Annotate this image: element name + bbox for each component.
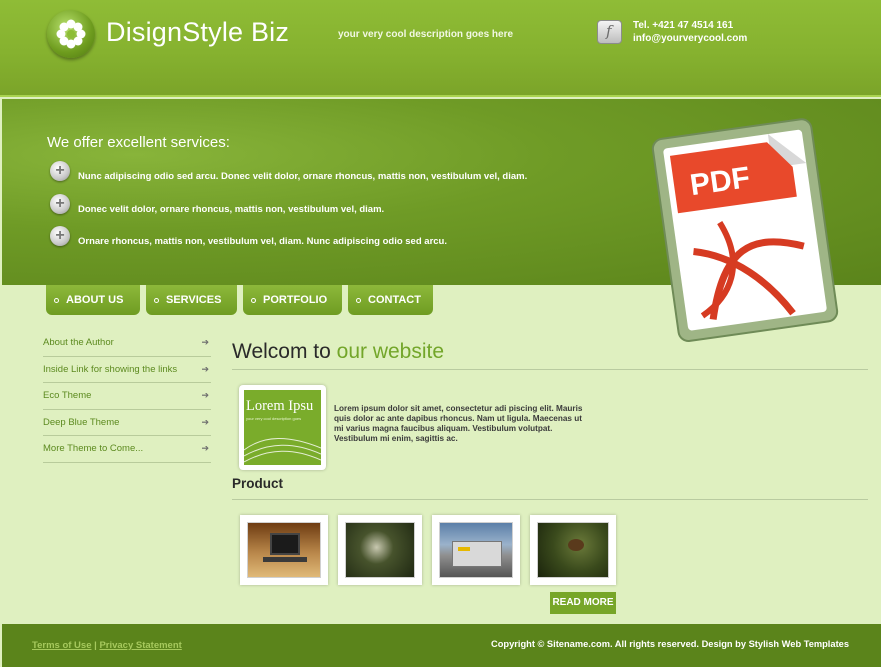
sidebar-item-deep-blue-theme[interactable]: Deep Blue Theme ➔ — [43, 410, 211, 436]
bullet-icon — [251, 297, 256, 303]
nav-label: ABOUT US — [66, 294, 124, 306]
site-header: DisignStyle Biz your very cool descripti… — [0, 0, 881, 97]
service-text: Donec velit dolor, ornare rhoncus, matti… — [78, 204, 385, 215]
terms-link[interactable]: Terms of Use — [32, 640, 91, 651]
nav-about-us[interactable]: ABOUT US — [46, 285, 140, 315]
product-image — [247, 522, 321, 578]
arrow-right-icon: ➔ — [201, 416, 209, 427]
service-item: + Nunc adipiscing odio sed arcu. Donec v… — [50, 159, 527, 182]
sidebar-item-about-author[interactable]: About the Author ➔ — [43, 330, 211, 357]
service-text: Nunc adipiscing odio sed arcu. Donec vel… — [78, 171, 528, 182]
thumbnail-image: Lorem Ipsu your very cool description go… — [244, 390, 321, 465]
plus-icon: + — [50, 160, 70, 181]
footer-separator: | — [94, 640, 97, 651]
sidebar-item-label: Inside Link for showing the links — [43, 363, 178, 375]
divider — [232, 369, 868, 370]
site-footer: Terms of Use | Privacy Statement Copyrig… — [2, 624, 881, 667]
intro-text: Lorem ipsum dolor sit amet, consectetur … — [334, 404, 583, 443]
phone-icon: f — [597, 20, 622, 44]
sidebar-item-more-themes[interactable]: More Theme to Come... ➔ — [43, 436, 211, 463]
arrow-right-icon: ➔ — [201, 390, 209, 401]
flower-logo-icon[interactable] — [47, 10, 95, 58]
arrow-right-icon: ➔ — [201, 337, 209, 348]
sidebar-item-label: Deep Blue Theme — [43, 416, 120, 428]
pdf-document-icon: PDF — [647, 113, 845, 347]
arrow-right-icon: ➔ — [201, 363, 209, 374]
arrow-right-icon: ➔ — [201, 443, 209, 454]
plus-icon: + — [50, 193, 70, 214]
nav-contact[interactable]: CONTACT — [348, 285, 433, 315]
sidebar-item-label: About the Author — [43, 337, 114, 349]
product-thumb-laptop[interactable] — [240, 515, 328, 585]
product-thumb-insect[interactable] — [530, 515, 616, 585]
bullet-icon — [54, 297, 59, 303]
footer-links: Terms of Use | Privacy Statement — [32, 640, 182, 651]
email-address[interactable]: info@yourverycool.com — [633, 32, 747, 45]
sidebar-item-label: More Theme to Come... — [43, 443, 144, 455]
product-image — [439, 522, 513, 578]
nav-label: PORTFOLIO — [263, 294, 328, 306]
privacy-link[interactable]: Privacy Statement — [99, 640, 181, 651]
sidebar-item-inside-link[interactable]: Inside Link for showing the links ➔ — [43, 357, 211, 383]
intro-thumbnail[interactable]: Lorem Ipsu your very cool description go… — [239, 385, 326, 470]
sidebar-item-label: Eco Theme — [43, 390, 92, 402]
banner-title: We offer excellent services: — [47, 134, 230, 151]
service-item: + Ornare rhoncus, mattis non, vestibulum… — [50, 224, 447, 247]
nav-portfolio[interactable]: PORTFOLIO — [243, 285, 342, 315]
contact-info: Tel. +421 47 4514 161 info@yourverycool.… — [633, 19, 747, 45]
product-image — [537, 522, 609, 578]
title-highlight: our website — [336, 340, 445, 363]
service-text: Ornare rhoncus, mattis non, vestibulum v… — [78, 236, 447, 247]
sidebar-links: About the Author ➔ Inside Link for showin… — [43, 330, 211, 463]
product-thumb-building[interactable] — [432, 515, 520, 585]
product-image — [345, 522, 415, 578]
read-more-button[interactable]: READ MORE — [550, 592, 616, 614]
brand-name[interactable]: DisignStyle Biz — [106, 17, 289, 48]
divider — [232, 499, 868, 500]
main-nav: ABOUT US SERVICES PORTFOLIO CONTACT — [46, 285, 439, 315]
bullet-icon — [154, 297, 159, 303]
nav-services[interactable]: SERVICES — [146, 285, 237, 315]
sidebar-item-eco-theme[interactable]: Eco Theme ➔ — [43, 383, 211, 410]
product-heading: Product — [232, 476, 284, 491]
phone-number: Tel. +421 47 4514 161 — [633, 20, 734, 31]
nav-label: CONTACT — [368, 294, 421, 306]
copyright-text: Copyright © Sitename.com. All rights res… — [491, 639, 849, 649]
bullet-icon — [356, 297, 361, 303]
site-tagline: your very cool description goes here — [338, 29, 514, 40]
service-item: + Donec velit dolor, ornare rhoncus, mat… — [50, 192, 384, 215]
product-thumb-grass[interactable] — [338, 515, 422, 585]
nav-label: SERVICES — [166, 294, 222, 306]
plus-icon: + — [50, 225, 70, 246]
page-title: Welcom to our website — [232, 340, 444, 364]
title-prefix: Welcom to — [232, 340, 331, 363]
